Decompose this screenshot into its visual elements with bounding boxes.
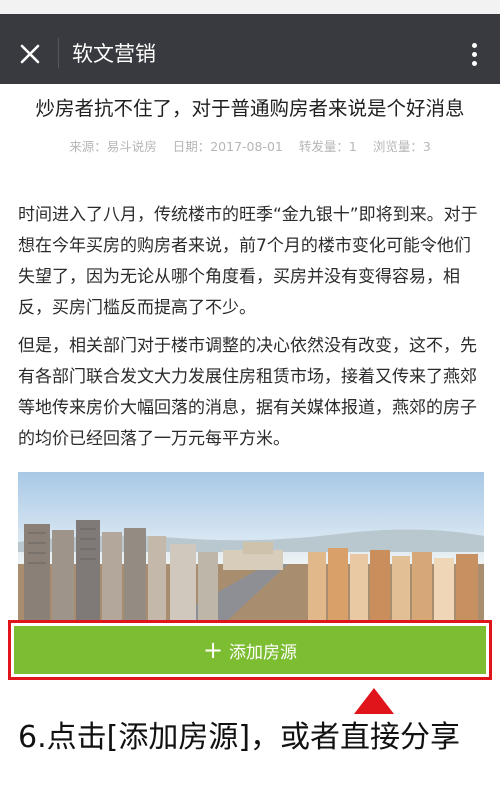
meta-source: 来源：易斗说房 [69, 139, 157, 154]
more-vertical-icon [471, 42, 477, 48]
add-listing-button[interactable]: + 添加房源 [14, 626, 486, 674]
title-divider [58, 38, 59, 68]
pointer-arrow-icon [354, 688, 394, 714]
more-button[interactable] [462, 36, 486, 72]
close-icon [20, 44, 40, 64]
instruction-caption: 6.点击[添加房源]，或者直接分享 [18, 720, 461, 755]
add-listing-highlight: + 添加房源 [8, 620, 492, 680]
page-title: 软文营销 [72, 42, 156, 66]
meta-date: 日期：2017-08-01 [172, 139, 283, 154]
close-button[interactable] [12, 36, 48, 72]
top-bar: 软文营销 [0, 0, 500, 84]
article-meta: 来源：易斗说房 日期：2017-08-01 转发量：1 浏览量：3 [0, 138, 500, 156]
meta-views: 浏览量：3 [372, 139, 431, 154]
article-title: 炒房者抗不住了，对于普通购房者来说是个好消息 [35, 97, 465, 120]
plus-icon: + [202, 636, 224, 664]
article-paragraph: 时间进入了八月，传统楼市的旺季“金九银十”即将到来。对于想在今年买房的购房者来说… [18, 205, 478, 318]
article-image [18, 472, 484, 620]
add-listing-label: 添加房源 [229, 642, 298, 663]
article-paragraph: 但是，相关部门对于楼市调整的决心依然没有改变，这不，先有各部门联合发文大力发展住… [18, 336, 477, 449]
meta-shares: 转发量：1 [298, 139, 357, 154]
